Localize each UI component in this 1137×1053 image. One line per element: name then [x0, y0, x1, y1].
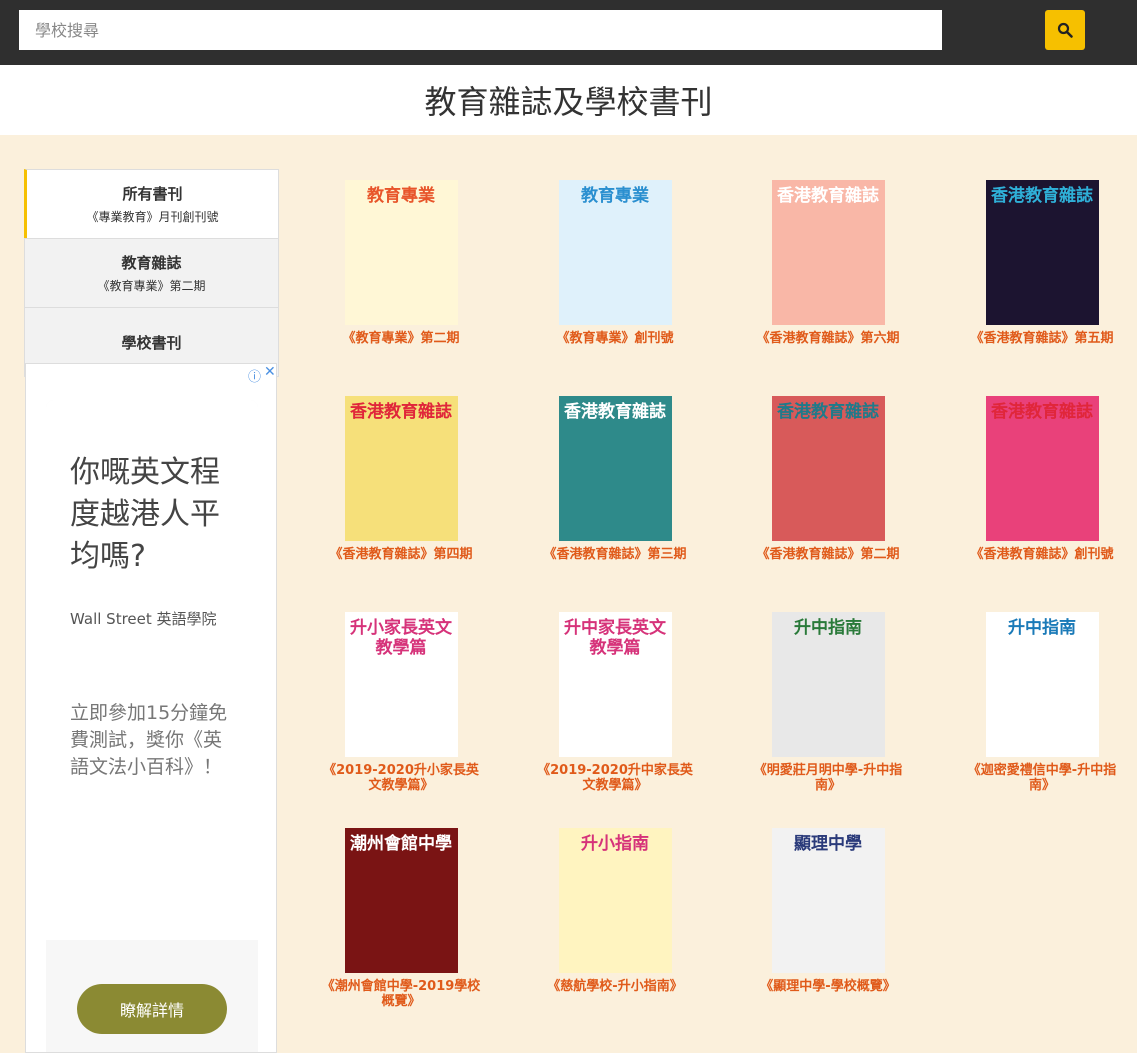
- publication-item[interactable]: 升中指南《迦密愛禮信中學-升中指南》: [942, 612, 1137, 793]
- publication-cover-image[interactable]: 潮州會館中學: [344, 828, 458, 973]
- search-button[interactable]: [1045, 10, 1085, 50]
- cover-title-text: 顯理中學: [794, 834, 862, 854]
- publication-cover-image[interactable]: 升中指南: [985, 612, 1099, 757]
- search-icon: [1057, 22, 1073, 38]
- publication-item[interactable]: 教育專業《教育專業》創刊號: [515, 180, 715, 346]
- category-sidebar: 所有書刊 《專業教育》月刊創刊號 教育雜誌 《教育專業》第二期 學校書刊: [24, 169, 279, 377]
- cover-title-text: 香港教育雜誌: [991, 186, 1093, 206]
- sidebar-item-title: 教育雜誌: [121, 254, 182, 272]
- cover-title-text: 升中指南: [794, 618, 862, 638]
- publication-item[interactable]: 升小家長英文教學篇《2019-2020升小家長英文教學篇》: [301, 612, 501, 793]
- publication-item[interactable]: 顯理中學《顯理中學-學校概覽》: [728, 828, 928, 994]
- publication-cover-image[interactable]: 升中家長英文教學篇: [558, 612, 672, 757]
- cover-title-text: 升中指南: [1008, 618, 1076, 638]
- ad-learn-more-button[interactable]: 瞭解詳情: [77, 984, 227, 1034]
- sidebar-item-title: 所有書刊: [122, 185, 183, 203]
- ad-info-icon[interactable]: ⓘ: [248, 366, 261, 385]
- cover-title-text: 潮州會館中學: [350, 834, 452, 854]
- publication-title-link[interactable]: 《香港教育雜誌》第四期: [321, 547, 481, 562]
- cover-title-text: 教育專業: [367, 186, 435, 206]
- publication-item[interactable]: 香港教育雜誌《香港教育雜誌》第二期: [728, 396, 928, 562]
- publication-title-link[interactable]: 《2019-2020升小家長英文教學篇》: [321, 763, 481, 793]
- sidebar-item-subtitle: 《教育專業》第二期: [97, 279, 206, 293]
- publication-title-link[interactable]: 《香港教育雜誌》第二期: [748, 547, 908, 562]
- cover-title-text: 香港教育雜誌: [991, 402, 1093, 422]
- publication-item[interactable]: 香港教育雜誌《香港教育雜誌》創刊號: [942, 396, 1137, 562]
- publication-title-link[interactable]: 《香港教育雜誌》第六期: [748, 331, 908, 346]
- publication-item[interactable]: 香港教育雜誌《香港教育雜誌》第三期: [515, 396, 715, 562]
- publication-item[interactable]: 升中指南《明愛莊月明中學-升中指南》: [728, 612, 928, 793]
- publication-cover-image[interactable]: 顯理中學: [771, 828, 885, 973]
- publication-cover-image[interactable]: 教育專業: [344, 180, 458, 325]
- publication-cover-image[interactable]: 香港教育雜誌: [558, 396, 672, 541]
- cover-title-text: 升中家長英文教學篇: [564, 618, 666, 658]
- publication-title-link[interactable]: 《香港教育雜誌》第三期: [535, 547, 695, 562]
- ad-close-icon[interactable]: ✕: [264, 364, 276, 380]
- publication-item[interactable]: 潮州會館中學《潮州會館中學-2019學校概覽》: [301, 828, 501, 1009]
- publication-item[interactable]: 升中家長英文教學篇《2019-2020升中家長英文教學篇》: [515, 612, 715, 793]
- publication-cover-image[interactable]: 香港教育雜誌: [344, 396, 458, 541]
- publication-title-link[interactable]: 《2019-2020升中家長英文教學篇》: [535, 763, 695, 793]
- top-search-bar: [0, 0, 1137, 65]
- advertisement[interactable]: ⓘ ✕ 你嘅英文程度越港人平均嗎? Wall Street 英語學院 立即參加1…: [25, 363, 277, 1053]
- publication-cover-image[interactable]: 升小指南: [558, 828, 672, 973]
- publication-title-link[interactable]: 《明愛莊月明中學-升中指南》: [748, 763, 908, 793]
- publication-title-link[interactable]: 《教育專業》創刊號: [535, 331, 695, 346]
- publication-title-link[interactable]: 《顯理中學-學校概覽》: [748, 979, 908, 994]
- sidebar-item-title: 學校書刊: [121, 333, 182, 352]
- ad-headline: 你嘅英文程度越港人平均嗎?: [70, 455, 220, 574]
- publication-title-link[interactable]: 《香港教育雜誌》第五期: [962, 331, 1122, 346]
- ad-body: 立即參加15分鐘免費測試，獎你《英語文法小百科》！: [70, 702, 228, 778]
- publication-item[interactable]: 教育專業《教育專業》第二期: [301, 180, 501, 346]
- cover-title-text: 香港教育雜誌: [350, 402, 452, 422]
- sidebar-item-all-publications[interactable]: 所有書刊 《專業教育》月刊創刊號: [24, 169, 279, 239]
- cover-title-text: 香港教育雜誌: [777, 186, 879, 206]
- publication-cover-image[interactable]: 香港教育雜誌: [985, 180, 1099, 325]
- publication-item[interactable]: 升小指南《慈航學校-升小指南》: [515, 828, 715, 994]
- ad-brand: Wall Street 英語學院: [70, 610, 217, 628]
- sidebar-item-subtitle: 《專業教育》月刊創刊號: [86, 210, 219, 224]
- cover-title-text: 教育專業: [581, 186, 649, 206]
- publication-title-link[interactable]: 《慈航學校-升小指南》: [535, 979, 695, 994]
- publication-title-link[interactable]: 《潮州會館中學-2019學校概覽》: [321, 979, 481, 1009]
- school-search-input[interactable]: [19, 10, 942, 50]
- publication-item[interactable]: 香港教育雜誌《香港教育雜誌》第六期: [728, 180, 928, 346]
- publication-cover-image[interactable]: 香港教育雜誌: [771, 396, 885, 541]
- publication-item[interactable]: 香港教育雜誌《香港教育雜誌》第四期: [301, 396, 501, 562]
- publication-cover-image[interactable]: 升小家長英文教學篇: [344, 612, 458, 757]
- publication-cover-image[interactable]: 香港教育雜誌: [985, 396, 1099, 541]
- publication-cover-image[interactable]: 香港教育雜誌: [771, 180, 885, 325]
- publication-title-link[interactable]: 《迦密愛禮信中學-升中指南》: [962, 763, 1122, 793]
- publication-title-link[interactable]: 《香港教育雜誌》創刊號: [962, 547, 1122, 562]
- cover-title-text: 香港教育雜誌: [777, 402, 879, 422]
- publication-cover-image[interactable]: 教育專業: [558, 180, 672, 325]
- sidebar-item-education-magazines[interactable]: 教育雜誌 《教育專業》第二期: [24, 238, 279, 308]
- cover-title-text: 香港教育雜誌: [564, 402, 666, 422]
- page-title: 教育雜誌及學校書刊: [424, 83, 713, 121]
- publication-title-link[interactable]: 《教育專業》第二期: [321, 331, 481, 346]
- publication-cover-image[interactable]: 升中指南: [771, 612, 885, 757]
- publication-item[interactable]: 香港教育雜誌《香港教育雜誌》第五期: [942, 180, 1137, 346]
- cover-title-text: 升小家長英文教學篇: [350, 618, 452, 658]
- cover-title-text: 升小指南: [581, 834, 649, 854]
